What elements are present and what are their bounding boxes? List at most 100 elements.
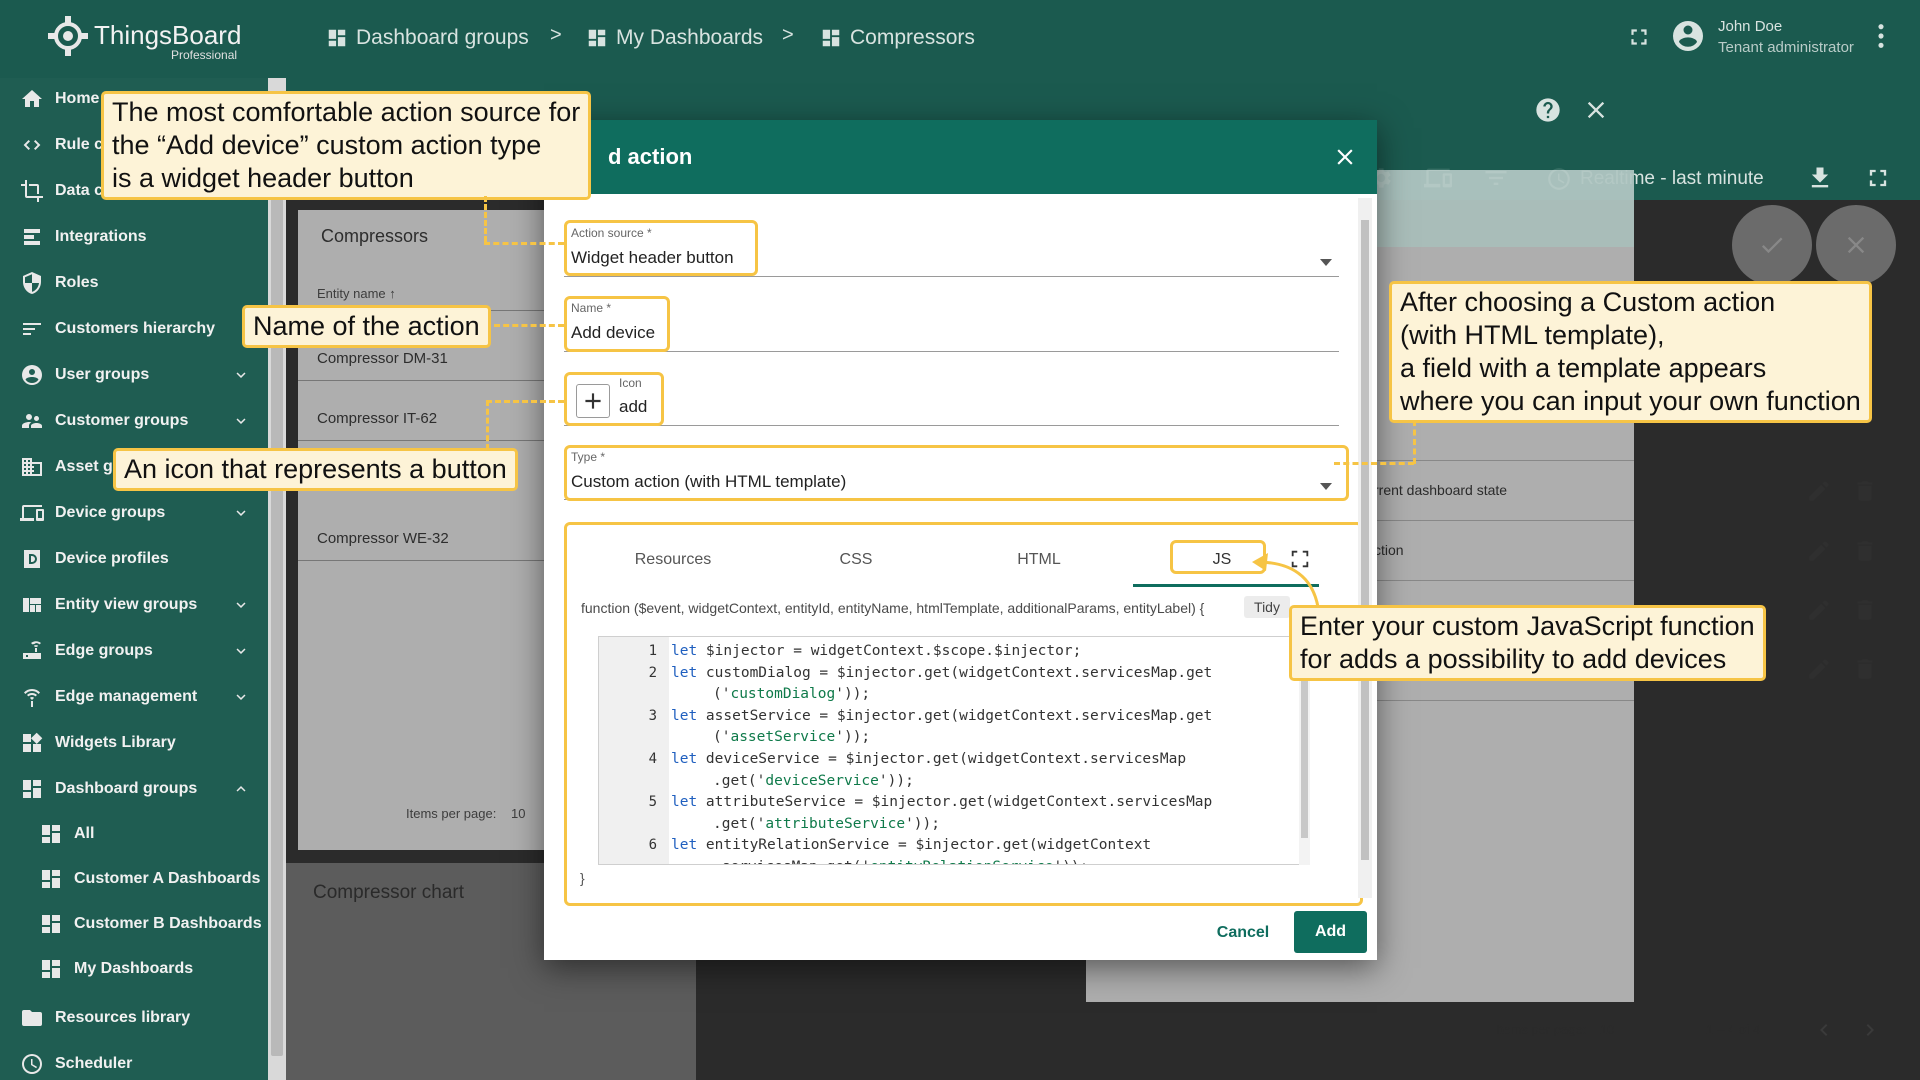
sidebar-item-entity-view-groups[interactable]: Entity view groups: [0, 584, 268, 626]
sidebar-item-resources-library[interactable]: Resources library: [0, 997, 268, 1039]
fullscreen-app-button[interactable]: [1626, 24, 1654, 52]
sidebar-item-roles[interactable]: Roles: [0, 262, 268, 304]
sidebar-item-label: My Dashboards: [74, 960, 194, 977]
edit-action-button[interactable]: [1806, 597, 1834, 625]
thingsboard-logo[interactable]: ThingsBoard Professional: [46, 14, 256, 64]
sidebar-item-all-dashboards[interactable]: All: [0, 813, 268, 855]
delete-action-button[interactable]: [1852, 538, 1880, 566]
scrollbar-thumb[interactable]: [1361, 220, 1369, 860]
help-button[interactable]: [1534, 96, 1564, 126]
more-vert-icon[interactable]: [1876, 22, 1886, 50]
user-menu[interactable]: John Doe Tenant administrator: [1670, 14, 1900, 64]
callout-action-source: The most comfortable action source for t…: [101, 91, 592, 200]
fullscreen-dashboard-button[interactable]: [1864, 164, 1894, 194]
previous-page-button[interactable]: [1812, 1018, 1836, 1042]
edit-icon: [1809, 659, 1829, 679]
breadcrumb-my-dashboards[interactable]: My Dashboards: [586, 22, 763, 54]
chevron-down-icon[interactable]: [232, 504, 250, 522]
sidebar-item-user-groups[interactable]: User groups: [0, 354, 268, 396]
edit-action-button[interactable]: [1806, 538, 1834, 566]
dialog-scrollbar[interactable]: [1358, 198, 1372, 898]
breadcrumb-compressors[interactable]: Compressors: [820, 22, 975, 54]
fullscreen-icon: [1869, 169, 1887, 187]
highlight-frame: [564, 445, 1349, 501]
sidebar-item-label: Scheduler: [55, 1055, 133, 1072]
callout-icon: An icon that represents a button: [113, 448, 518, 491]
sidebar-item-integrations[interactable]: Integrations: [0, 216, 268, 258]
sidebar-item-customer-groups[interactable]: Customer groups: [0, 400, 268, 442]
widgets-icon: [19, 730, 45, 756]
sidebar-item-dashboard-groups[interactable]: Dashboard groups: [0, 768, 268, 810]
sidebar-item-edge-groups[interactable]: Edge groups: [0, 630, 268, 672]
sidebar-item-label: Home: [55, 90, 100, 107]
chevron-down-icon[interactable]: [232, 366, 250, 384]
sidebar-item-customer-a-dashboards[interactable]: Customer A Dashboards: [0, 858, 268, 900]
code-line: let assetService = $injector.get(widgetC…: [671, 707, 1213, 724]
items-per-page-select[interactable]: 10: [1600, 1022, 1614, 1037]
sidebar-item-customer-b-dashboards[interactable]: Customer B Dashboards: [0, 903, 268, 945]
js-code-editor[interactable]: 1 2 3 4 5 6 let $injector = widgetContext.$sc…: [598, 636, 1310, 865]
sidebar-item-widgets-library[interactable]: Widgets Library: [0, 722, 268, 764]
delete-action-button[interactable]: [1852, 478, 1880, 506]
sidebar-item-device-groups[interactable]: Device groups: [0, 492, 268, 534]
tab-resources[interactable]: Resources: [583, 540, 763, 580]
sidebar-scrollbar[interactable]: [268, 78, 286, 1080]
edit-action-button[interactable]: [1806, 478, 1834, 506]
function-closing-brace: }: [580, 870, 585, 886]
sidebar-item-scheduler[interactable]: Scheduler: [0, 1043, 268, 1080]
edit-action-button[interactable]: [1806, 656, 1834, 684]
table-row[interactable]: Compressor DM-31: [317, 350, 448, 367]
callout-connector: [486, 400, 564, 403]
integrations-icon: [19, 224, 45, 250]
next-page-button[interactable]: [1858, 1018, 1882, 1042]
chevron-down-icon[interactable]: [232, 596, 250, 614]
cancel-round-button[interactable]: [1816, 205, 1896, 285]
device-profile-icon: [19, 546, 45, 572]
gear-logo-icon: [48, 16, 88, 56]
code-line-continuation: .get('deviceService'));: [713, 772, 914, 789]
breadcrumb-dashboard-groups[interactable]: Dashboard groups: [326, 22, 529, 54]
callout-arrow: [1252, 553, 1320, 608]
tab-css[interactable]: CSS: [766, 540, 946, 580]
shield-icon: [19, 270, 45, 296]
export-button[interactable]: [1806, 164, 1836, 194]
home-icon: [19, 86, 45, 112]
close-panel-button[interactable]: [1582, 96, 1612, 126]
breadcrumb-separator: >: [550, 24, 562, 46]
divider: [298, 440, 553, 441]
chevron-down-icon[interactable]: [232, 688, 250, 706]
account-icon: [19, 362, 45, 388]
download-icon: [1811, 167, 1829, 188]
callout-name: Name of the action: [242, 305, 491, 348]
sidebar-item-device-profiles[interactable]: Device profiles: [0, 538, 268, 580]
sidebar-item-customers-hierarchy[interactable]: Customers hierarchy: [0, 308, 268, 350]
sidebar-item-label: Customer B Dashboards: [74, 915, 262, 932]
chevron-up-icon[interactable]: [232, 780, 250, 798]
edit-icon: [1809, 600, 1829, 620]
callout-js: Enter your custom JavaScript function fo…: [1289, 605, 1766, 681]
sidebar-item-edge-management[interactable]: Edge management: [0, 676, 268, 718]
dashboard-icon: [38, 866, 64, 892]
items-per-page-select[interactable]: 10: [511, 806, 525, 821]
apply-button[interactable]: [1732, 205, 1812, 285]
delete-action-button[interactable]: [1852, 597, 1880, 625]
table-row[interactable]: Compressor WE-32: [317, 530, 449, 547]
breadcrumb-label: Dashboard groups: [356, 26, 529, 49]
chevron-down-icon[interactable]: [232, 412, 250, 430]
sidebar-item-my-dashboards[interactable]: My Dashboards: [0, 948, 268, 990]
view-quilt-icon: [19, 592, 45, 618]
delete-action-button[interactable]: [1852, 656, 1880, 684]
cancel-button[interactable]: Cancel: [1204, 915, 1282, 951]
user-name: John Doe: [1718, 18, 1783, 35]
chevron-down-icon[interactable]: [232, 642, 250, 660]
tab-html[interactable]: HTML: [949, 540, 1129, 580]
column-header-entity-name[interactable]: Entity name ↑: [317, 286, 396, 301]
add-button[interactable]: Add: [1294, 911, 1367, 953]
close-dialog-button[interactable]: [1332, 144, 1358, 170]
brand-name: ThingsBoard: [94, 20, 242, 50]
domain-icon: [19, 454, 45, 480]
scrollbar-thumb[interactable]: [271, 96, 283, 1056]
devices-icon: [19, 500, 45, 526]
delete-icon: [1857, 481, 1873, 501]
table-row[interactable]: Compressor IT-62: [317, 410, 437, 427]
